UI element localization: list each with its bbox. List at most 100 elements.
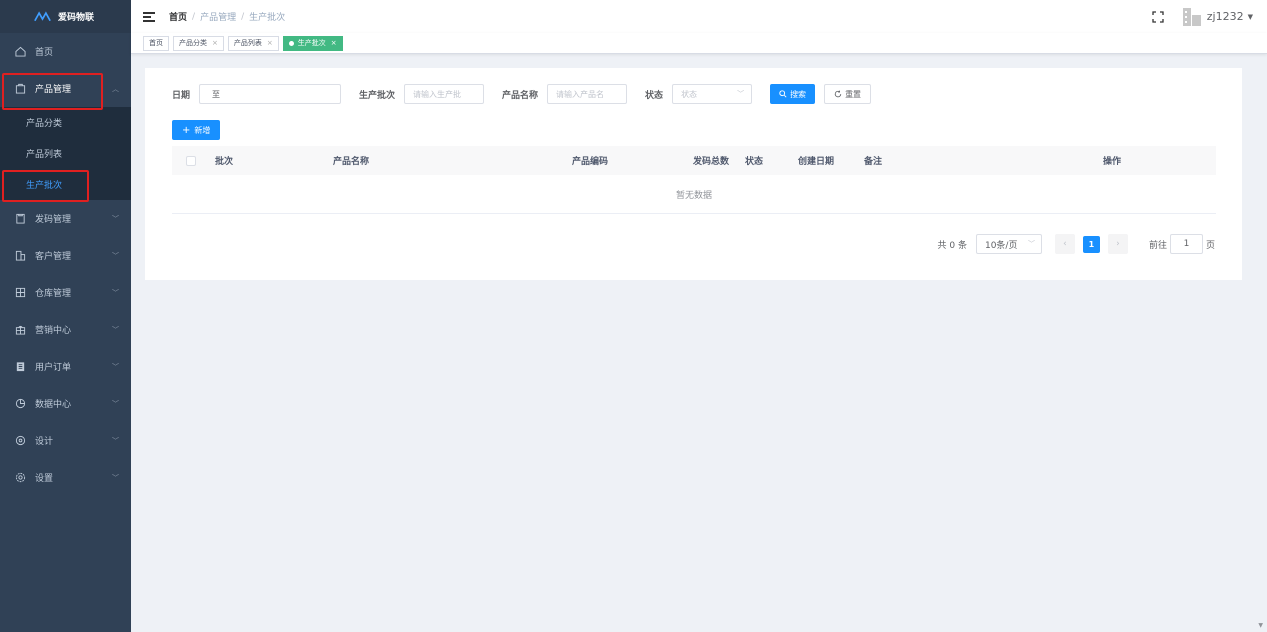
sidebar-item-label: 营销中心 <box>35 326 72 336</box>
product-name-input[interactable]: 请输入产品名 <box>547 84 628 104</box>
scroll-down-icon[interactable]: ▼ <box>1258 622 1263 629</box>
column-header-product-name: 产品名称 <box>333 157 370 167</box>
sidebar-item-settings[interactable]: 设置 ﹀ <box>0 459 131 496</box>
search-form: 日期 至 生产批次 请输入生产批 产品名称 请输入产品名 状态 状态 ﹀ 搜索 … <box>172 84 872 104</box>
plus-icon: + <box>182 124 191 136</box>
user-name[interactable]: zj1232 <box>1207 10 1244 23</box>
search-button[interactable]: 搜索 <box>770 84 816 104</box>
sidebar-item-code-management[interactable]: 发码管理 ﹀ <box>0 200 131 237</box>
warehouse-icon <box>15 287 26 298</box>
logo-icon <box>34 11 51 22</box>
active-dot-icon <box>288 40 294 46</box>
next-page-button[interactable]: › <box>1107 234 1128 254</box>
sidebar-item-label: 首页 <box>35 48 54 58</box>
tag-production-batch[interactable]: 生产批次 × <box>282 35 343 51</box>
reset-button[interactable]: 重置 <box>824 84 872 104</box>
tag-label: 生产批次 <box>297 38 326 47</box>
date-separator: 至 <box>212 89 221 99</box>
chevron-up-icon: ︿ <box>112 84 119 93</box>
breadcrumb-product-management: 产品管理 <box>200 13 237 23</box>
add-button[interactable]: + 新增 <box>172 120 221 140</box>
avatar[interactable] <box>1182 7 1202 27</box>
tag-home[interactable]: 首页 <box>143 35 169 51</box>
chevron-down-icon: ﹀ <box>112 288 119 297</box>
chevron-down-icon: ﹀ <box>112 473 119 482</box>
gift-icon <box>15 324 26 335</box>
column-header-product-code: 产品编码 <box>572 157 609 167</box>
batch-placeholder: 请输入生产批 <box>413 89 462 99</box>
tag-label: 产品列表 <box>233 38 262 47</box>
breadcrumb-separator: / <box>241 11 245 22</box>
column-header-created-date: 创建日期 <box>798 157 835 167</box>
sidebar-item-product-list[interactable]: 产品列表 <box>0 138 131 169</box>
chevron-right-icon: › <box>1116 239 1120 249</box>
settings-icon <box>15 472 26 483</box>
tag-product-list[interactable]: 产品列表 × <box>227 35 279 51</box>
code-icon <box>15 213 26 224</box>
sidebar-item-label: 仓库管理 <box>35 289 72 299</box>
prev-page-button[interactable]: ‹ <box>1054 234 1075 254</box>
breadcrumb-home[interactable]: 首页 <box>169 10 187 23</box>
product-name-placeholder: 请输入产品名 <box>556 89 605 99</box>
select-all-checkbox[interactable] <box>186 146 196 175</box>
column-header-status: 状态 <box>745 157 764 167</box>
hamburger-icon[interactable] <box>143 11 155 22</box>
sidebar-item-marketing-center[interactable]: 营销中心 ﹀ <box>0 311 131 348</box>
sidebar-item-production-batch[interactable]: 生产批次 <box>0 169 131 200</box>
navbar: 首页 / 产品管理 / 生产批次 zj1232 ▼ <box>131 0 1267 33</box>
sidebar-item-label: 客户管理 <box>35 252 72 262</box>
tag-product-category[interactable]: 产品分类 × <box>173 35 224 51</box>
app-name: 爱码物联 <box>58 13 95 23</box>
column-header-code-total: 发码总数 <box>693 157 730 167</box>
page-size-value: 10条/页 <box>984 240 1018 251</box>
home-icon <box>15 46 26 57</box>
page-number-1[interactable]: 1 <box>1082 235 1100 253</box>
batch-label: 生产批次 <box>359 90 396 101</box>
sidebar-item-user-orders[interactable]: 用户订单 ﹀ <box>0 348 131 385</box>
sidebar-item-product-management[interactable]: 产品管理 ︿ <box>0 70 131 107</box>
fullscreen-icon[interactable] <box>1152 10 1164 23</box>
sidebar-item-data-center[interactable]: 数据中心 ﹀ <box>0 385 131 422</box>
close-icon[interactable]: × <box>212 37 218 50</box>
pagination: 共 0 条 10条/页 ﹀ ‹ 1 › 前往 1 页 <box>938 234 1215 254</box>
search-button-label: 搜索 <box>790 89 807 99</box>
empty-text: 暂无数据 <box>675 190 712 201</box>
close-icon[interactable]: × <box>267 37 273 50</box>
sidebar-item-label: 用户订单 <box>35 363 72 373</box>
chevron-down-icon: ﹀ <box>112 362 119 371</box>
search-icon <box>779 90 787 98</box>
date-label: 日期 <box>172 90 191 101</box>
chart-icon <box>15 398 26 409</box>
chevron-down-icon: ﹀ <box>112 325 119 334</box>
sidebar-item-label: 发码管理 <box>35 215 72 225</box>
breadcrumb-separator: / <box>192 11 196 22</box>
sidebar-item-home[interactable]: 首页 <box>0 33 131 70</box>
sidebar-item-label: 设计 <box>35 437 54 447</box>
sidebar: 爱码物联 首页 产品管理 ︿ 产品分类 产品列表 生产批次 发码管理 ﹀ 客户管… <box>0 0 131 632</box>
chevron-down-icon: ﹀ <box>112 214 119 223</box>
tag-label: 首页 <box>149 38 163 47</box>
goto-page-input[interactable]: 1 <box>1169 234 1203 254</box>
table-header: 批次 产品名称 产品编码 发码总数 状态 创建日期 备注 操作 <box>172 146 1216 175</box>
refresh-icon <box>834 90 842 98</box>
sidebar-item-design[interactable]: 设计 ﹀ <box>0 422 131 459</box>
column-header-batch: 批次 <box>215 157 234 167</box>
chevron-down-icon: ﹀ <box>1027 240 1035 248</box>
date-range-picker[interactable]: 至 <box>199 84 342 104</box>
tag-label: 产品分类 <box>179 38 207 47</box>
caret-down-icon[interactable]: ▼ <box>1248 13 1253 21</box>
breadcrumb: 首页 / 产品管理 / 生产批次 <box>169 10 285 24</box>
app-logo[interactable]: 爱码物联 <box>0 0 131 33</box>
reset-button-label: 重置 <box>845 89 862 99</box>
sidebar-item-product-category[interactable]: 产品分类 <box>0 107 131 138</box>
batch-input[interactable]: 请输入生产批 <box>404 84 485 104</box>
sidebar-item-label: 设置 <box>35 474 54 484</box>
sidebar-item-customer-management[interactable]: 客户管理 ﹀ <box>0 237 131 274</box>
page-size-select[interactable]: 10条/页 ﹀ <box>975 234 1042 254</box>
goto-label: 前往 <box>1148 240 1167 251</box>
close-icon[interactable]: × <box>331 37 337 50</box>
status-select[interactable]: 状态 ﹀ <box>672 84 753 104</box>
sidebar-item-label: 数据中心 <box>35 400 72 410</box>
chevron-down-icon: ﹀ <box>112 251 119 260</box>
sidebar-item-warehouse-management[interactable]: 仓库管理 ﹀ <box>0 274 131 311</box>
